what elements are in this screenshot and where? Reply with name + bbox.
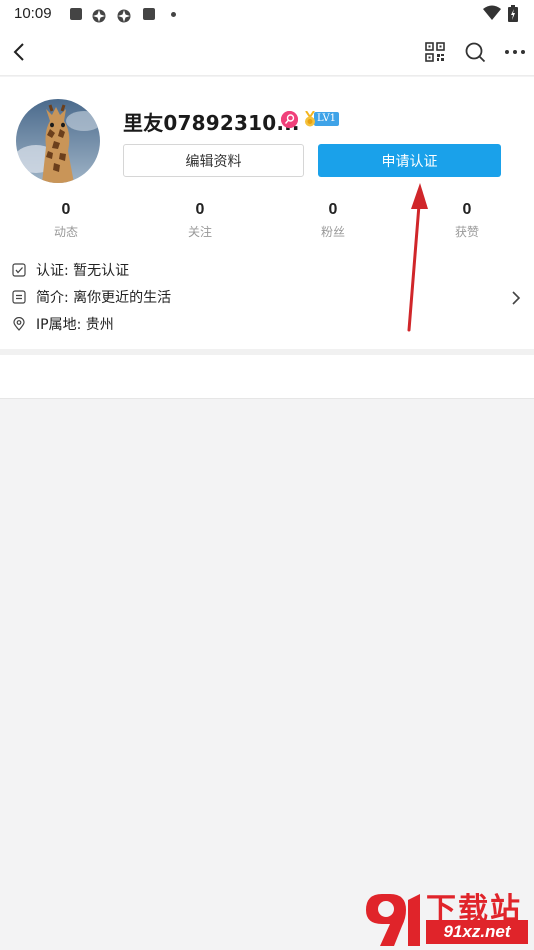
medal-icon xyxy=(304,110,316,127)
battery-icon xyxy=(508,5,518,26)
qr-code-icon xyxy=(425,42,445,62)
username: 里友07892310... xyxy=(123,111,300,135)
search-button[interactable] xyxy=(459,36,491,68)
bio-text: 简介: 离你更近的生活 xyxy=(36,290,172,306)
profile-card: 里友07892310... LV1 编辑资料 申请认证 0 动态 0 关注 0 … xyxy=(0,77,534,349)
ip-info-row: IP属地: 贵州 xyxy=(12,313,114,335)
watermark-logo: 下载站 91xz.net xyxy=(362,884,530,948)
back-button[interactable] xyxy=(4,36,36,68)
back-arrow-icon xyxy=(13,43,24,61)
stat-value: 0 xyxy=(61,201,71,218)
apply-verification-button[interactable]: 申请认证 xyxy=(318,144,501,177)
location-pin-icon xyxy=(12,317,26,331)
ip-text: IP属地: 贵州 xyxy=(36,317,114,333)
qr-code-button[interactable] xyxy=(419,36,451,68)
notification-icon xyxy=(143,8,155,20)
watermark-url: 91xz.net xyxy=(426,920,528,944)
status-time: 10:09 xyxy=(14,5,52,22)
stat-value: 0 xyxy=(462,201,472,218)
stat-value: 0 xyxy=(328,201,338,218)
top-bar xyxy=(0,28,534,76)
checkbox-icon xyxy=(12,263,26,277)
more-button[interactable] xyxy=(499,36,531,68)
avatar[interactable] xyxy=(16,99,100,183)
notification-icon xyxy=(70,8,82,20)
bio-icon xyxy=(12,290,26,304)
edit-profile-button[interactable]: 编辑资料 xyxy=(123,144,304,177)
more-dots-icon xyxy=(505,50,525,54)
search-icon xyxy=(465,42,486,63)
wifi-icon xyxy=(483,5,501,25)
status-bar: 10:09 xyxy=(0,0,534,28)
stat-label: 获赞 xyxy=(454,225,479,239)
verify-info-row: 认证: 暂无认证 xyxy=(12,259,129,281)
verify-text: 认证: 暂无认证 xyxy=(36,263,130,279)
bio-info-row[interactable]: 简介: 离你更近的生活 xyxy=(12,286,171,308)
more-notifications-dot-icon xyxy=(171,12,176,17)
stat-label: 粉丝 xyxy=(320,225,345,239)
level-badge[interactable]: LV1 xyxy=(304,110,340,127)
level-label: LV1 xyxy=(314,112,340,126)
member-badge-icon[interactable] xyxy=(281,111,298,128)
stat-label: 动态 xyxy=(53,225,78,239)
stat-posts[interactable]: 0 动态 xyxy=(26,201,106,240)
app-notification-icon xyxy=(117,8,131,23)
stat-label: 关注 xyxy=(187,225,212,239)
stat-followers[interactable]: 0 粉丝 xyxy=(293,201,373,240)
stat-value: 0 xyxy=(195,201,205,218)
stat-likes[interactable]: 0 获赞 xyxy=(427,201,507,240)
stat-following[interactable]: 0 关注 xyxy=(160,201,240,240)
content-tab-strip xyxy=(0,355,534,399)
app-notification-icon xyxy=(92,8,106,23)
watermark-nine-one-icon xyxy=(366,894,420,946)
chevron-right-icon[interactable] xyxy=(508,290,524,306)
